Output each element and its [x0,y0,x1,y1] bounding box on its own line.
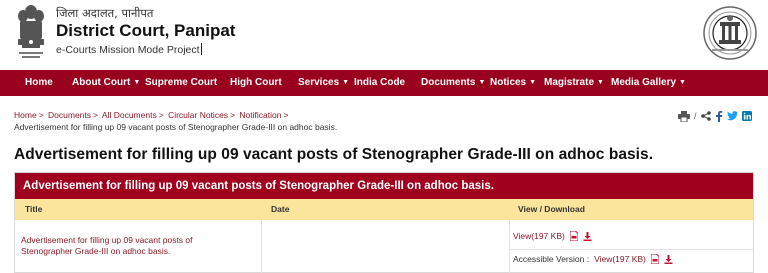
share-toolbar: / [678,110,752,122]
accessible-version-label: Accessible Version : [513,254,590,264]
nav-magistrate[interactable]: Magistrate ▼ [544,70,604,96]
cell-divider [261,220,262,273]
hindi-title: जिला अदालत, पानीपत [56,6,154,20]
view-link[interactable]: View(197 KB) [513,231,565,241]
row-title-link[interactable]: Advertisement for filling up 09 vacant p… [21,235,241,257]
breadcrumb-current: Advertisement for filling up 09 vacant p… [14,122,338,132]
chevron-down-icon: ▼ [478,79,486,86]
column-header-date: Date [271,204,290,214]
row-divider [509,249,753,250]
document-table: Advertisement for filling up 09 vacant p… [14,172,754,273]
nav-about-court[interactable]: About Court ▼ [72,70,140,96]
chevron-down-icon: ▼ [679,79,686,86]
nav-services[interactable]: Services ▼ [298,70,349,96]
breadcrumb-separator: > [93,110,98,120]
nav-india-code-label: India Code [354,77,406,88]
page-title: Advertisement for filling up 09 vacant p… [14,146,654,163]
nav-home[interactable]: Home [25,70,53,96]
nav-media-gallery[interactable]: Media Gallery ▼ [611,70,686,96]
view-download-primary: View(197 KB) [513,231,592,241]
breadcrumb-separator: > [283,110,289,120]
mission-text: e-Courts Mission Mode Project [56,44,200,56]
breadcrumb-circular-notices[interactable]: Circular Notices [168,110,228,120]
chevron-down-icon: ▼ [342,79,350,86]
pdf-icon [650,254,659,264]
nav-high-court[interactable]: High Court [230,70,282,96]
view-download-accessible: Accessible Version : View(197 KB) [513,254,673,264]
chevron-down-icon: ▼ [133,79,141,86]
nav-india-code[interactable]: India Code [354,70,405,96]
breadcrumb: Home > Documents > All Documents > Circular… [14,110,290,121]
nav-services-label: Services [298,77,340,88]
table-header-row: Title Date View / Download [15,199,753,220]
breadcrumb-separator: > [158,110,164,120]
nav-notices-label: Notices [490,77,527,88]
main-nav: Home About Court ▼ Supreme Court High Cou… [0,70,768,96]
nav-about-court-label: About Court [72,77,131,88]
national-emblem-icon [18,5,44,58]
nav-home-label: Home [25,77,53,88]
print-icon[interactable] [678,110,690,122]
table-caption: Advertisement for filling up 09 vacant p… [15,173,753,199]
header-titles: जिला अदालत, पानीपत District Court, Panip… [56,6,235,57]
breadcrumb-documents[interactable]: Documents [48,110,91,120]
breadcrumb-home[interactable]: Home [14,110,37,120]
court-name[interactable]: District Court, Panipat [56,21,235,41]
nav-documents[interactable]: Documents ▼ [421,70,485,96]
nav-documents-label: Documents [421,77,476,88]
share-divider: / [694,111,697,121]
column-header-title: Title [25,204,43,214]
nav-supreme-court-label: Supreme Court [145,77,218,88]
breadcrumb-separator: > [38,110,44,120]
mission-subtitle: e-Courts Mission Mode Project [56,43,235,57]
pdf-icon [569,231,578,241]
site-header: जिला अदालत, पानीपत District Court, Panip… [0,0,768,70]
nav-supreme-court[interactable]: Supreme Court [145,70,217,96]
nav-magistrate-label: Magistrate [544,77,595,88]
cell-divider [509,220,510,273]
chevron-down-icon: ▼ [529,79,537,86]
ecourts-logo-icon [703,6,757,60]
share-icon[interactable] [700,111,711,121]
accessible-view-link[interactable]: View(197 KB) [594,254,646,264]
twitter-icon[interactable] [726,111,738,121]
breadcrumb-separator: > [230,110,236,120]
nav-media-gallery-label: Media Gallery [611,77,677,88]
download-icon[interactable] [583,231,592,241]
nav-notices[interactable]: Notices ▼ [490,70,536,96]
text-cursor [200,43,202,55]
breadcrumb-notification[interactable]: Notification [239,110,281,120]
breadcrumb-all-documents[interactable]: All Documents [102,110,157,120]
nav-high-court-label: High Court [230,77,282,88]
facebook-icon[interactable] [715,110,723,122]
chevron-down-icon: ▼ [597,79,604,86]
linkedin-icon[interactable] [741,111,752,121]
column-header-view-download: View / Download [518,204,585,214]
download-icon[interactable] [664,254,673,264]
